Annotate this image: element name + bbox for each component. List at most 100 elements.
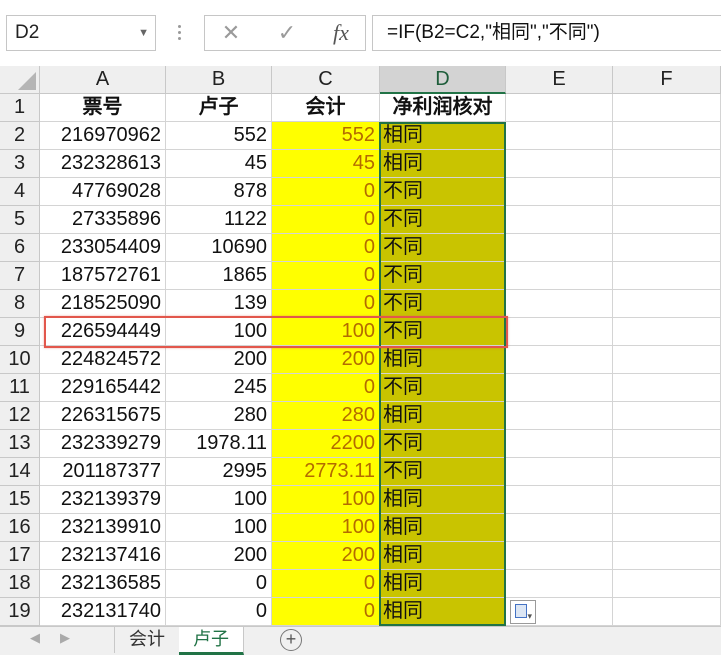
empty-cell[interactable] xyxy=(506,402,613,430)
row-header[interactable]: 15 xyxy=(0,486,40,514)
row-header[interactable]: 16 xyxy=(0,514,40,542)
ticket-number-cell[interactable]: 218525090 xyxy=(40,290,166,318)
luzi-value-cell[interactable]: 1122 xyxy=(166,206,272,234)
profit-check-cell[interactable]: 相同 xyxy=(380,402,506,430)
sheet-tab-luzi[interactable]: 卢子 xyxy=(179,627,244,655)
row-header[interactable]: 10 xyxy=(0,346,40,374)
ticket-number-cell[interactable]: 47769028 xyxy=(40,178,166,206)
accounting-value-cell[interactable]: 0 xyxy=(272,262,380,290)
empty-cell[interactable] xyxy=(613,290,721,318)
add-sheet-icon[interactable]: + xyxy=(280,629,302,651)
accounting-value-cell[interactable]: 2200 xyxy=(272,430,380,458)
luzi-value-cell[interactable]: 245 xyxy=(166,374,272,402)
profit-check-cell[interactable]: 不同 xyxy=(380,206,506,234)
accounting-value-cell[interactable]: 100 xyxy=(272,318,380,346)
luzi-value-cell[interactable]: 45 xyxy=(166,150,272,178)
profit-check-cell[interactable]: 不同 xyxy=(380,178,506,206)
row-header[interactable]: 14 xyxy=(0,458,40,486)
ticket-number-cell[interactable]: 232137416 xyxy=(40,542,166,570)
row-header[interactable]: 5 xyxy=(0,206,40,234)
formula-input[interactable]: =IF(B2=C2,"相同","不同") xyxy=(372,15,721,51)
empty-cell[interactable] xyxy=(506,122,613,150)
empty-cell[interactable] xyxy=(613,514,721,542)
profit-check-cell[interactable]: 不同 xyxy=(380,262,506,290)
tab-next-icon[interactable]: ▶ xyxy=(60,630,70,646)
empty-cell[interactable] xyxy=(613,234,721,262)
accounting-value-cell[interactable]: 0 xyxy=(272,598,380,626)
column-header-d[interactable]: D xyxy=(380,66,506,94)
accounting-value-cell[interactable]: 0 xyxy=(272,178,380,206)
enter-icon[interactable]: ✓ xyxy=(267,16,307,50)
profit-check-cell[interactable]: 不同 xyxy=(380,430,506,458)
luzi-value-cell[interactable]: 552 xyxy=(166,122,272,150)
empty-cell[interactable] xyxy=(613,458,721,486)
column-header-e[interactable]: E xyxy=(506,66,613,94)
empty-cell[interactable] xyxy=(506,94,613,122)
profit-check-cell[interactable]: 相同 xyxy=(380,346,506,374)
header-cell-c[interactable]: 会计 xyxy=(272,94,380,122)
luzi-value-cell[interactable]: 100 xyxy=(166,514,272,542)
empty-cell[interactable] xyxy=(506,206,613,234)
empty-cell[interactable] xyxy=(506,150,613,178)
empty-cell[interactable] xyxy=(613,178,721,206)
ticket-number-cell[interactable]: 216970962 xyxy=(40,122,166,150)
ticket-number-cell[interactable]: 232139379 xyxy=(40,486,166,514)
empty-cell[interactable] xyxy=(506,374,613,402)
ticket-number-cell[interactable]: 226594449 xyxy=(40,318,166,346)
empty-cell[interactable] xyxy=(613,262,721,290)
empty-cell[interactable] xyxy=(613,570,721,598)
luzi-value-cell[interactable]: 0 xyxy=(166,570,272,598)
empty-cell[interactable] xyxy=(613,318,721,346)
empty-cell[interactable] xyxy=(506,262,613,290)
ticket-number-cell[interactable]: 232328613 xyxy=(40,150,166,178)
luzi-value-cell[interactable]: 280 xyxy=(166,402,272,430)
empty-cell[interactable] xyxy=(506,514,613,542)
luzi-value-cell[interactable]: 2995 xyxy=(166,458,272,486)
accounting-value-cell[interactable]: 100 xyxy=(272,514,380,542)
empty-cell[interactable] xyxy=(506,346,613,374)
empty-cell[interactable] xyxy=(506,458,613,486)
profit-check-cell[interactable]: 相同 xyxy=(380,122,506,150)
luzi-value-cell[interactable]: 1978.11 xyxy=(166,430,272,458)
ticket-number-cell[interactable]: 226315675 xyxy=(40,402,166,430)
select-all-corner[interactable] xyxy=(0,66,40,94)
profit-check-cell[interactable]: 不同 xyxy=(380,234,506,262)
profit-check-cell[interactable]: 相同 xyxy=(380,598,506,626)
row-header[interactable]: 13 xyxy=(0,430,40,458)
tab-prev-icon[interactable]: ◀ xyxy=(30,630,40,646)
empty-cell[interactable] xyxy=(613,598,721,626)
empty-cell[interactable] xyxy=(506,430,613,458)
row-header[interactable]: 12 xyxy=(0,402,40,430)
empty-cell[interactable] xyxy=(613,402,721,430)
profit-check-cell[interactable]: 不同 xyxy=(380,458,506,486)
row-header[interactable]: 17 xyxy=(0,542,40,570)
row-header[interactable]: 4 xyxy=(0,178,40,206)
empty-cell[interactable] xyxy=(613,374,721,402)
accounting-value-cell[interactable]: 0 xyxy=(272,374,380,402)
empty-cell[interactable] xyxy=(506,486,613,514)
empty-cell[interactable] xyxy=(613,346,721,374)
ticket-number-cell[interactable]: 232131740 xyxy=(40,598,166,626)
ticket-number-cell[interactable]: 233054409 xyxy=(40,234,166,262)
ticket-number-cell[interactable]: 232139910 xyxy=(40,514,166,542)
empty-cell[interactable] xyxy=(506,290,613,318)
ticket-number-cell[interactable]: 229165442 xyxy=(40,374,166,402)
row-header[interactable]: 7 xyxy=(0,262,40,290)
empty-cell[interactable] xyxy=(613,94,721,122)
sheet-tab-kuaiji[interactable]: 会计 xyxy=(114,627,180,653)
empty-cell[interactable] xyxy=(506,234,613,262)
accounting-value-cell[interactable]: 100 xyxy=(272,486,380,514)
accounting-value-cell[interactable]: 45 xyxy=(272,150,380,178)
empty-cell[interactable] xyxy=(613,542,721,570)
empty-cell[interactable] xyxy=(506,542,613,570)
column-header-a[interactable]: A xyxy=(40,66,166,94)
luzi-value-cell[interactable]: 100 xyxy=(166,486,272,514)
profit-check-cell[interactable]: 相同 xyxy=(380,570,506,598)
cancel-icon[interactable]: ✕ xyxy=(211,16,251,50)
ticket-number-cell[interactable]: 201187377 xyxy=(40,458,166,486)
accounting-value-cell[interactable]: 0 xyxy=(272,234,380,262)
accounting-value-cell[interactable]: 0 xyxy=(272,570,380,598)
profit-check-cell[interactable]: 相同 xyxy=(380,486,506,514)
header-cell-b[interactable]: 卢子 xyxy=(166,94,272,122)
luzi-value-cell[interactable]: 0 xyxy=(166,598,272,626)
